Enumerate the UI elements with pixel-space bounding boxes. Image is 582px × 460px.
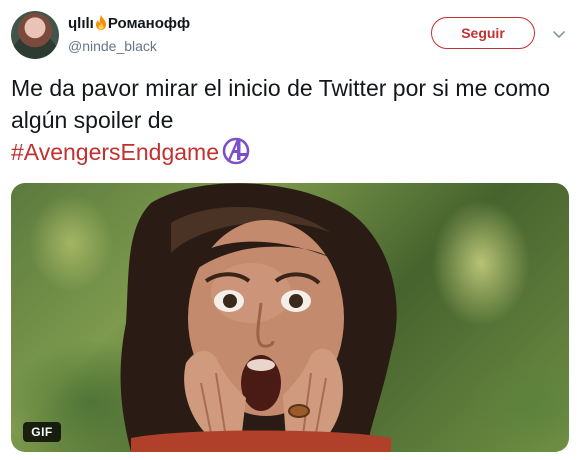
gif-badge: GIF bbox=[23, 422, 61, 442]
chevron-down-icon[interactable] bbox=[552, 27, 566, 41]
display-name-prefix: ɥlılı bbox=[68, 15, 94, 32]
gif-media[interactable]: GIF bbox=[11, 183, 569, 452]
tweet-text: Me da pavor mirar el inicio de Twitter p… bbox=[11, 72, 571, 168]
gif-frame bbox=[120, 183, 397, 452]
display-name-suffix: Романофф bbox=[107, 15, 191, 32]
hashtag-link[interactable]: #AvengersEndgame bbox=[11, 139, 219, 165]
fire-icon bbox=[95, 15, 107, 30]
display-name[interactable]: ɥlılı Романофф bbox=[68, 15, 190, 32]
tweet-body: Me da pavor mirar el inicio de Twitter p… bbox=[11, 75, 550, 133]
avatar[interactable] bbox=[11, 11, 59, 59]
avengers-logo-icon bbox=[222, 137, 250, 165]
user-handle[interactable]: @ninde_black bbox=[68, 38, 157, 54]
follow-button[interactable]: Seguir bbox=[431, 17, 535, 49]
